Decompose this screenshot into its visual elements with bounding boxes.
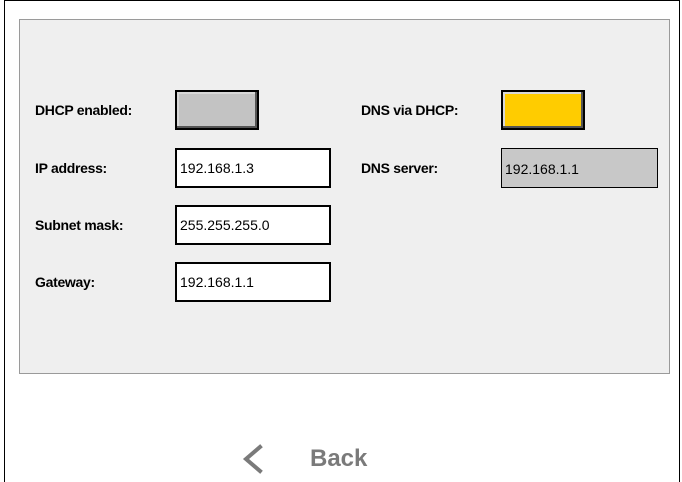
network-settings-panel [19, 19, 670, 374]
dns-server-label: DNS server: [361, 160, 438, 176]
back-button[interactable]: Back [240, 441, 367, 477]
dns-via-dhcp-toggle[interactable] [501, 90, 585, 130]
back-label: Back [310, 445, 368, 472]
gateway-label: Gateway: [35, 274, 95, 290]
dns-via-dhcp-label: DNS via DHCP: [361, 102, 459, 118]
gateway-field[interactable]: 192.168.1.1 [175, 262, 331, 302]
dns-server-field: 192.168.1.1 [501, 148, 658, 188]
ip-address-label: IP address: [35, 160, 107, 176]
subnet-mask-label: Subnet mask: [35, 217, 124, 233]
subnet-mask-field[interactable]: 255.255.255.0 [175, 205, 331, 245]
dhcp-enabled-toggle[interactable] [175, 90, 259, 130]
chevron-left-icon [240, 443, 264, 475]
dhcp-enabled-label: DHCP enabled: [35, 102, 132, 118]
ip-address-field[interactable]: 192.168.1.3 [175, 148, 331, 188]
